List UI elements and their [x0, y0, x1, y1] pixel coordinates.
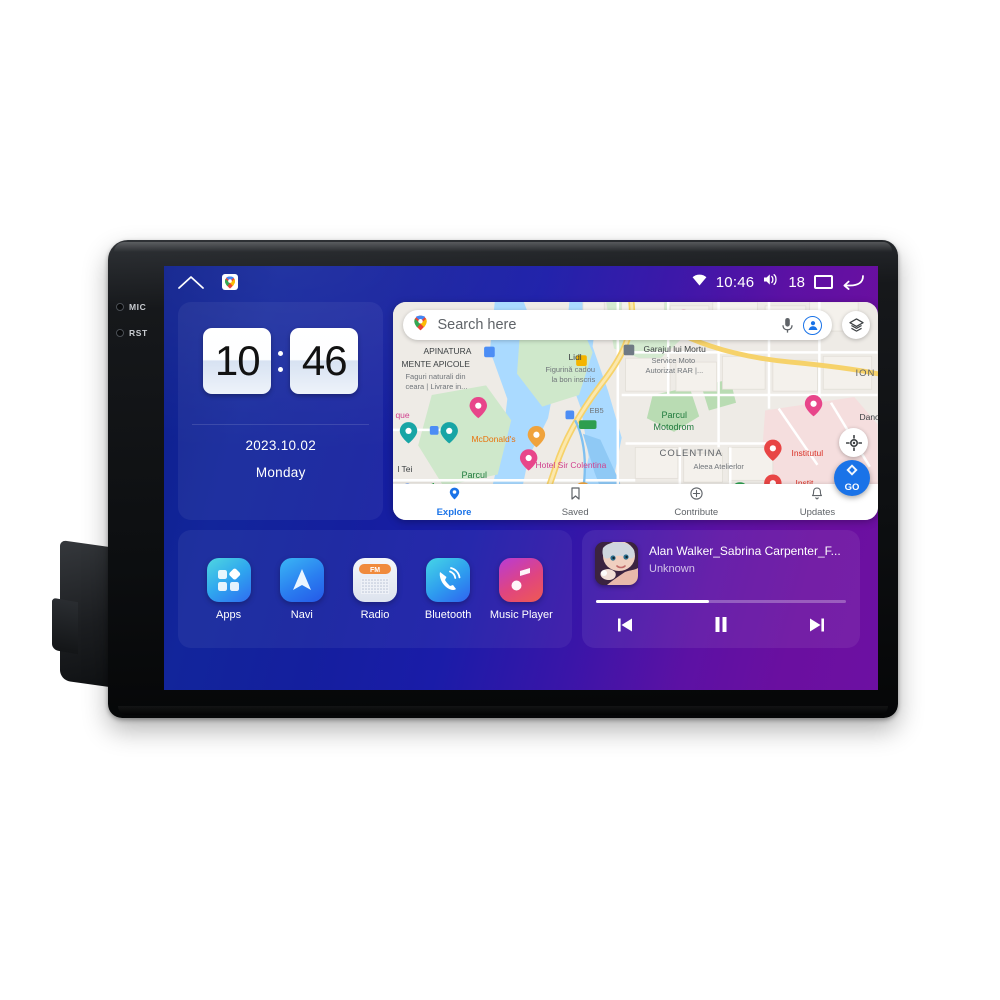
clock-date: 2023.10.02 [245, 438, 317, 453]
radio-icon: FM [352, 557, 397, 602]
music-progress-bar[interactable] [596, 600, 846, 603]
app-shortcut-apps-label: Apps [216, 608, 242, 621]
clock-hours-value: 10 [214, 337, 261, 384]
svg-text:FM: FM [370, 567, 380, 574]
volume-icon [763, 273, 779, 291]
recents-icon[interactable] [814, 275, 833, 289]
mounting-tab [52, 597, 78, 655]
volume-value: 18 [788, 273, 805, 291]
map-nav-updates-label: Updates [799, 506, 836, 518]
pause-icon [714, 616, 728, 638]
mic-label: MIC [129, 302, 147, 312]
map-recenter-button[interactable] [839, 428, 868, 457]
album-art [595, 542, 638, 585]
microphone-icon[interactable] [781, 317, 794, 334]
map-nav-saved-label: Saved [561, 506, 589, 518]
apps-grid-icon [206, 557, 251, 602]
clock-divider [192, 424, 370, 425]
navigation-arrow-icon [845, 463, 859, 482]
status-bar: 10:46 18 [164, 266, 878, 298]
screenshot-stage: MIC RST 10:46 18 10 46 2023.10.02 Monday… [0, 0, 1000, 1000]
plus-circle-icon [690, 486, 703, 505]
next-track-icon [808, 617, 826, 638]
clock-minutes-value: 46 [301, 337, 348, 384]
app-shortcuts-panel: Apps Navi FM Radio Bluetooth Music Playe… [178, 530, 572, 648]
map-search-bar[interactable]: Search here [403, 310, 832, 340]
next-track-button[interactable] [804, 616, 830, 638]
app-shortcut-navi[interactable]: Navi [269, 557, 335, 621]
clock-minutes: 46 [290, 328, 359, 394]
map-go-label: GO [844, 482, 860, 494]
google-maps-icon[interactable] [222, 274, 238, 290]
back-arrow-icon[interactable] [842, 274, 864, 290]
app-shortcut-music-player-label: Music Player [489, 608, 553, 621]
map-layers-button[interactable] [842, 311, 870, 339]
music-track-title: Alan Walker_Sabrina Carpenter_F... [649, 544, 841, 558]
flip-clock: 10 46 [203, 328, 359, 394]
clock-widget[interactable]: 10 46 2023.10.02 Monday [178, 302, 384, 520]
app-shortcut-bluetooth-label: Bluetooth [424, 608, 472, 621]
music-progress-fill [596, 600, 709, 603]
reset-button[interactable]: RST [116, 328, 148, 338]
google-maps-pin-icon [413, 315, 428, 336]
app-shortcut-radio-label: Radio [360, 608, 390, 621]
map-go-button[interactable]: GO [834, 460, 870, 496]
bookmark-icon [570, 486, 581, 505]
map-search-placeholder[interactable]: Search here [437, 317, 772, 333]
reset-hole-icon [116, 329, 124, 337]
app-shortcut-music-player[interactable]: Music Player [488, 557, 554, 621]
bluetooth-phone-icon [426, 557, 471, 602]
explore-pin-icon [449, 487, 460, 505]
map-nav-saved[interactable]: Saved [515, 486, 636, 518]
map-bottom-nav: Explore Saved Contribute Updates [393, 484, 878, 520]
bell-icon [811, 486, 823, 505]
mic-button[interactable]: MIC [116, 302, 146, 312]
music-track-artist: Unknown [649, 563, 695, 575]
clock-hours: 10 [203, 328, 272, 394]
mic-hole-icon [116, 303, 124, 311]
map-nav-explore-label: Explore [436, 506, 472, 518]
app-shortcut-bluetooth[interactable]: Bluetooth [415, 557, 481, 621]
map-nav-contribute-label: Contribute [674, 506, 719, 518]
map-widget[interactable]: APINATURA MENTE APICOLE Faguri naturali di… [393, 302, 878, 520]
navigation-icon [279, 557, 324, 602]
car-head-unit-device: MIC RST 10:46 18 10 46 2023.10.02 Monday… [108, 240, 898, 718]
home-icon[interactable] [178, 275, 204, 289]
music-player-widget[interactable]: Alan Walker_Sabrina Carpenter_F... Unkno… [582, 530, 860, 648]
map-nav-explore[interactable]: Explore [393, 487, 514, 518]
previous-track-button[interactable] [612, 616, 638, 638]
status-time: 10:46 [715, 273, 755, 291]
play-pause-button[interactable] [708, 616, 734, 638]
clock-weekday: Monday [255, 465, 306, 480]
clock-colon [278, 350, 284, 372]
wifi-icon [692, 273, 707, 291]
touchscreen[interactable]: 10:46 18 10 46 2023.10.02 Monday APINATU… [164, 266, 878, 690]
map-nav-contribute[interactable]: Contribute [636, 486, 757, 518]
left-bezel: MIC RST [108, 240, 166, 718]
music-note-icon [499, 557, 544, 602]
previous-track-icon [616, 617, 634, 638]
app-shortcut-navi-label: Navi [290, 608, 313, 621]
app-shortcut-radio[interactable]: FM Radio [342, 557, 408, 621]
account-avatar-icon[interactable] [803, 315, 822, 335]
reset-label: RST [129, 328, 148, 338]
app-shortcut-apps[interactable]: Apps [196, 557, 262, 621]
